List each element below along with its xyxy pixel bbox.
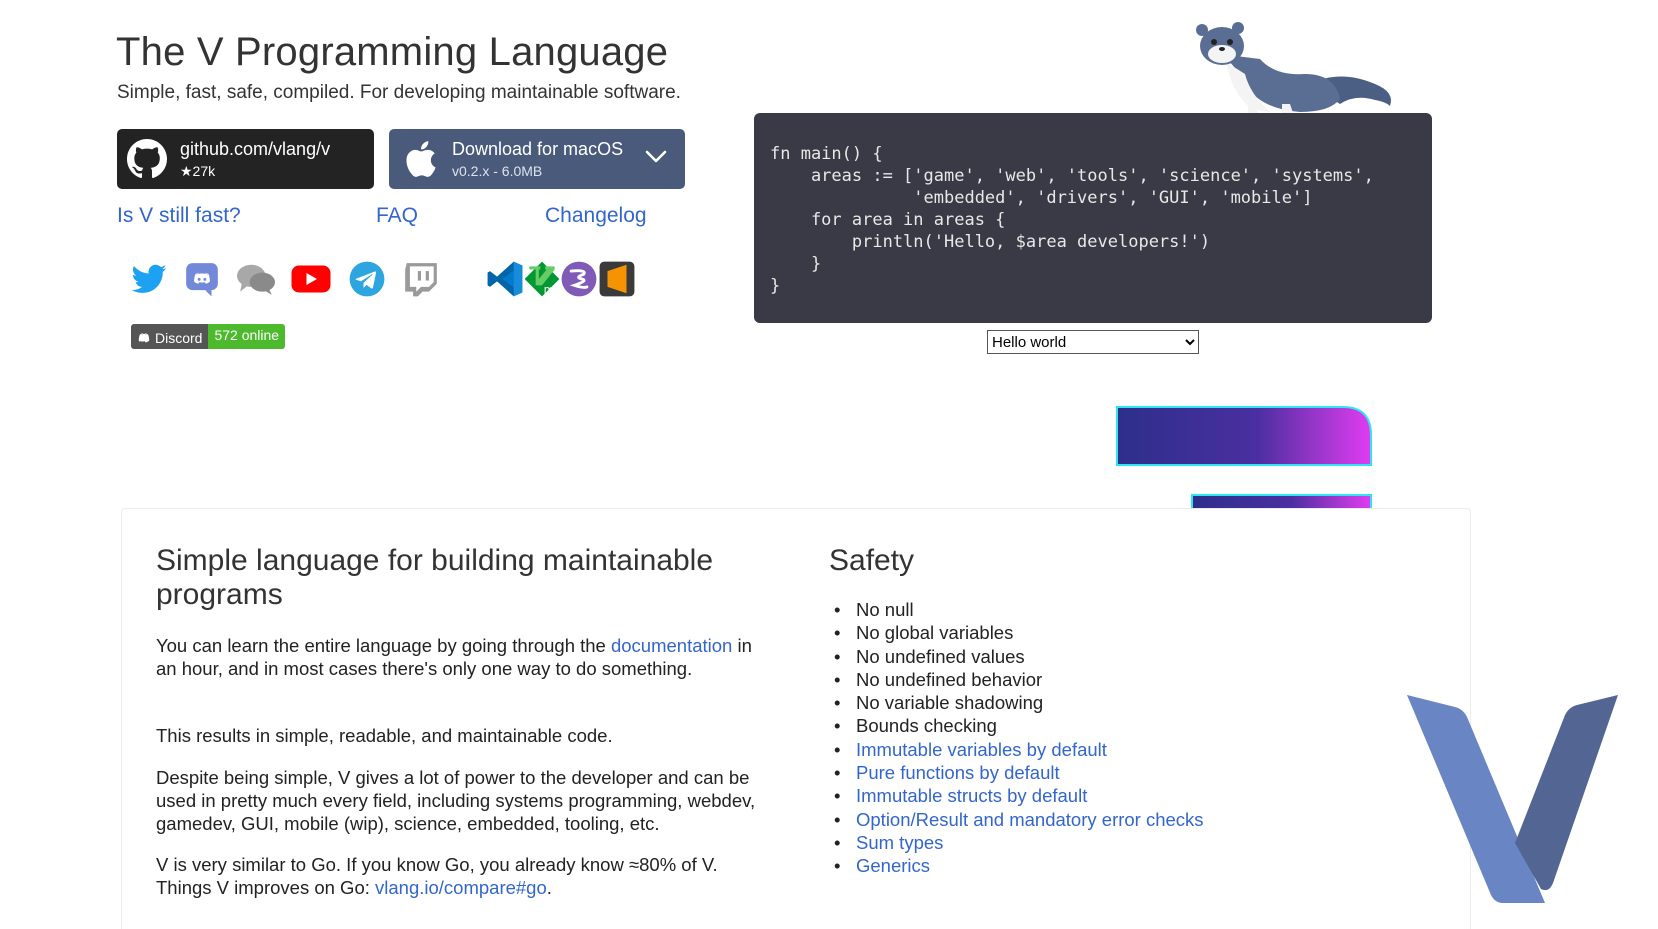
option-result-link[interactable]: Option/Result and mandatory error checks — [856, 809, 1204, 830]
section-simple-paragraph-2: This results in simple, readable, and ma… — [156, 725, 613, 746]
list-item: No null — [829, 598, 1204, 622]
chevron-down-icon[interactable] — [645, 149, 667, 165]
emacs-icon[interactable] — [560, 260, 598, 298]
p4-text-after: . — [546, 877, 552, 898]
code-line: 'embedded', 'drivers', 'GUI', 'mobile'] — [770, 188, 1313, 208]
badge-left: Discord — [131, 324, 209, 349]
list-item: Bounds checking — [829, 714, 1204, 738]
code-line: println('Hello, $area developers!') — [770, 232, 1211, 252]
list-item: Sum types — [829, 831, 1204, 855]
list-item: No undefined behavior — [829, 668, 1204, 692]
list-item: No undefined values — [829, 645, 1204, 669]
download-button-label: Download for macOS — [452, 139, 624, 159]
immutable-variables-link[interactable]: Immutable variables by default — [856, 739, 1107, 760]
generics-link[interactable]: Generics — [856, 855, 930, 876]
list-item: Generics — [829, 854, 1204, 878]
download-macos-button[interactable]: Download for macOS v0.2.x - 6.0MB — [389, 129, 685, 189]
section-simple-paragraph-3: Despite being simple, V gives a lot of p… — [156, 767, 756, 834]
code-line: fn main() { — [770, 144, 883, 164]
code-example: fn main() { areas := ['game', 'web', 'to… — [770, 143, 1432, 297]
page-title: The V Programming Language — [116, 30, 669, 74]
changelog-link[interactable]: Changelog — [545, 204, 647, 228]
list-item-text: No global variables — [856, 622, 1014, 644]
list-item: Pure functions by default — [829, 761, 1204, 785]
list-item-text: No undefined values — [856, 645, 1025, 667]
vscode-icon[interactable] — [486, 260, 524, 298]
github-button[interactable]: github.com/vlang/v ★27k — [117, 129, 374, 189]
code-line: } — [770, 276, 781, 296]
code-line: } — [770, 254, 822, 274]
sublime-icon[interactable] — [598, 260, 636, 298]
list-item: Option/Result and mandatory error checks — [829, 808, 1204, 832]
safety-list: No null No global variables No undefined… — [829, 598, 1204, 878]
badge-right-text: 572 online — [208, 324, 286, 349]
list-item: Immutable variables by default — [829, 738, 1204, 762]
vim-icon[interactable]: m — [523, 260, 561, 298]
code-line: for area in areas { — [770, 210, 1006, 230]
github-button-label: github.com/vlang/v — [180, 139, 331, 159]
code-example-panel: fn main() { areas := ['game', 'web', 'to… — [754, 113, 1432, 323]
list-item-text: No null — [856, 599, 914, 620]
telegram-icon[interactable] — [348, 260, 386, 298]
documentation-link[interactable]: documentation — [611, 635, 732, 656]
download-version: v0.2.x - 6.0MB — [452, 163, 543, 179]
section-simple-title: Simple language for building maintainabl… — [156, 544, 714, 611]
v-logo-icon — [1407, 695, 1618, 903]
svg-text:m: m — [544, 283, 555, 296]
sum-types-link[interactable]: Sum types — [856, 832, 943, 853]
code-example-select[interactable]: Hello world — [987, 330, 1199, 354]
p1-text: You can learn the entire language by goi… — [156, 635, 611, 656]
code-line: areas := ['game', 'web', 'tools', 'scien… — [770, 166, 1374, 186]
v-mascot-weasel — [1196, 22, 1391, 116]
twitter-icon[interactable] — [130, 260, 168, 298]
section-simple-paragraph-4: V is very similar to Go. If you know Go,… — [156, 853, 756, 899]
compare-go-link[interactable]: vlang.io/compare#go — [375, 877, 547, 898]
twitch-icon[interactable] — [402, 260, 440, 298]
section-safety-title: Safety — [829, 544, 915, 577]
pure-functions-link[interactable]: Pure functions by default — [856, 762, 1060, 783]
github-icon — [127, 139, 167, 179]
list-item: No variable shadowing — [829, 691, 1204, 715]
list-item-text: No undefined behavior — [856, 668, 1043, 690]
discord-online-badge[interactable]: Discord 572 online — [131, 324, 286, 349]
list-item-text: Bounds checking — [856, 715, 997, 737]
immutable-structs-link[interactable]: Immutable structs by default — [856, 785, 1087, 806]
faq-link[interactable]: FAQ — [376, 204, 418, 228]
youtube-icon[interactable] — [290, 260, 332, 298]
apple-icon — [406, 141, 436, 177]
chat-icon[interactable] — [235, 260, 277, 298]
section-simple-paragraph-1: You can learn the entire language by goi… — [156, 634, 756, 680]
is-v-still-fast-link[interactable]: Is V still fast? — [117, 204, 241, 228]
discord-icon[interactable] — [183, 260, 221, 298]
list-item: Immutable structs by default — [829, 784, 1204, 808]
badge-left-text: Discord — [155, 330, 203, 346]
github-stars: ★27k — [180, 163, 216, 179]
page-subtitle: Simple, fast, safe, compiled. For develo… — [117, 82, 681, 103]
discord-small-icon — [138, 333, 150, 343]
list-item-text: No variable shadowing — [856, 692, 1044, 714]
list-item: No global variables — [829, 621, 1204, 645]
